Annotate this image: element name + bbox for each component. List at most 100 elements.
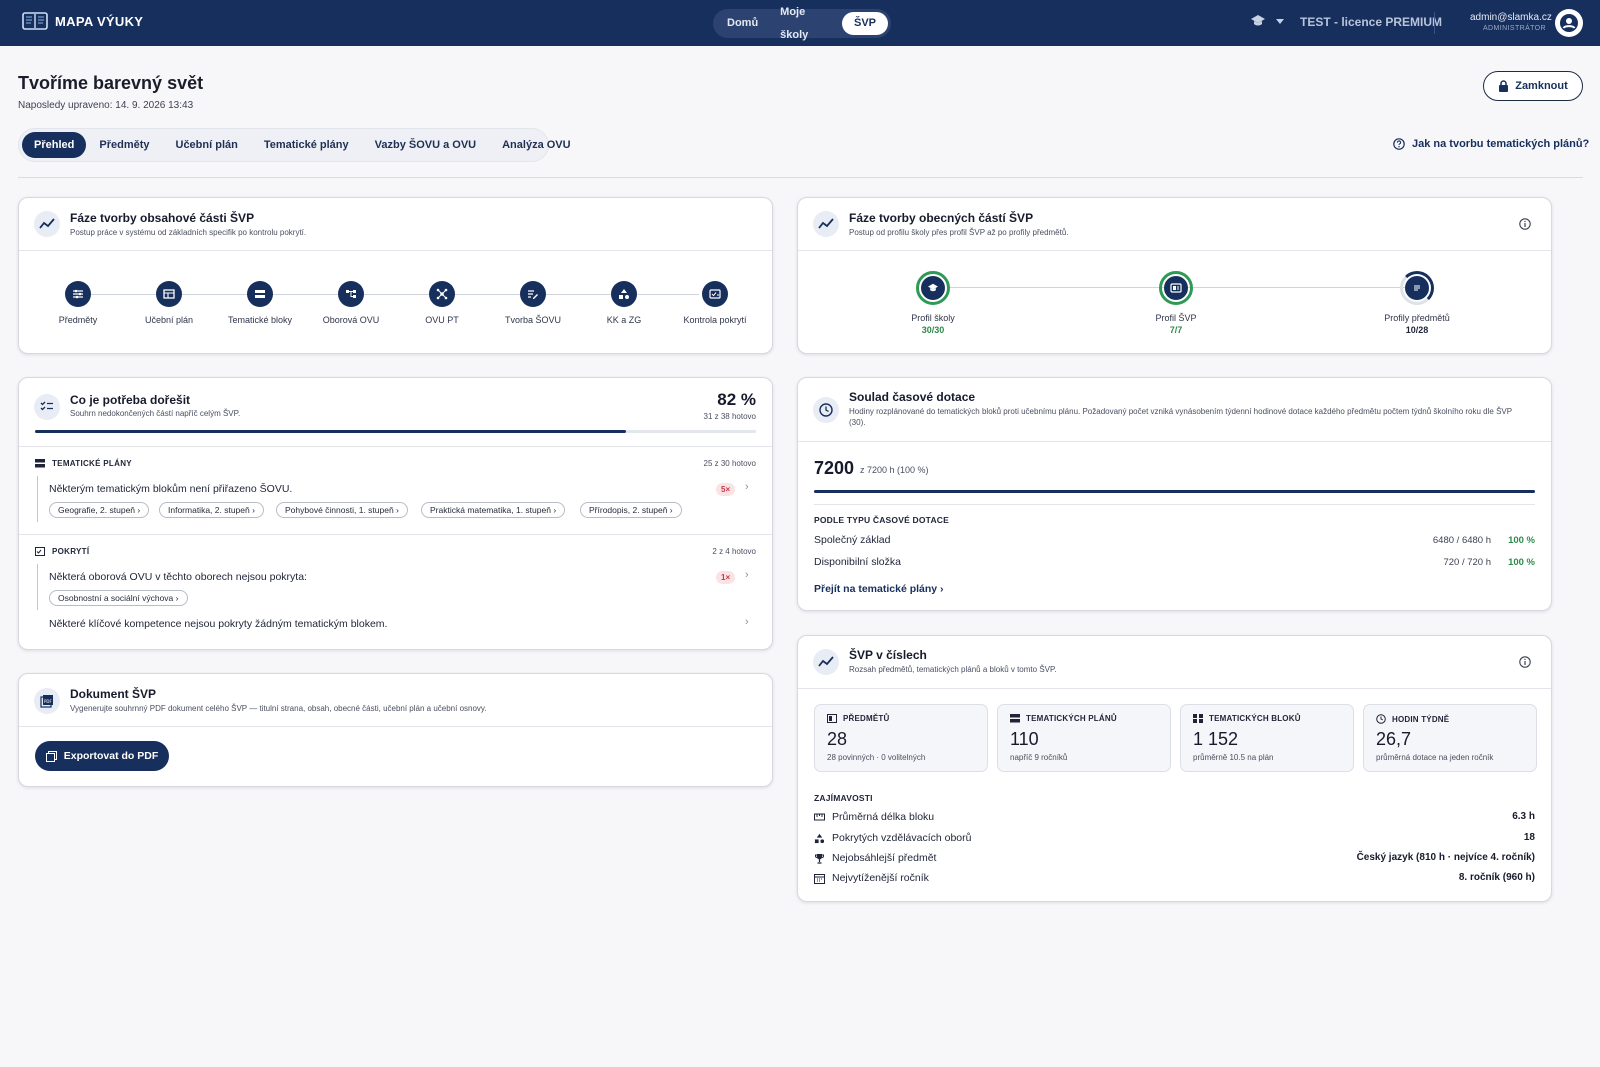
list-icon [247, 281, 273, 307]
help-link[interactable]: Jak na tvorbu tematických plánů? [1393, 138, 1589, 150]
tab-analysis[interactable]: Analýza OVU [489, 132, 583, 158]
user-email: admin@slamka.cz [1470, 12, 1552, 23]
checklist-icon [34, 394, 60, 420]
nav-svp[interactable]: ŠVP [841, 12, 888, 35]
chip-informatics[interactable]: Informatika, 2. stupeň › [159, 502, 264, 518]
chip-label: Pohybové činnosti, 1. stupeň [285, 505, 394, 515]
section-done: 2 z 4 hotovo [712, 547, 756, 556]
progress-ring [1159, 271, 1193, 305]
todo-done-count: 31 z 38 hotovo [703, 412, 756, 421]
row-percent: 100 % [1508, 535, 1535, 546]
chip-math[interactable]: Praktická matematika, 1. stupeň › [421, 502, 566, 518]
tab-overview[interactable]: Přehled [22, 132, 87, 158]
nav-my-schools[interactable]: Moje školy [769, 1, 842, 47]
pdf-icon: PDF [34, 688, 60, 714]
step-subjects[interactable]: Předměty [38, 281, 118, 325]
stat-value: 110 [1010, 729, 1039, 749]
tab-subjects[interactable]: Předměty [86, 132, 162, 158]
step-curriculum[interactable]: Učební plán [129, 281, 209, 325]
network-icon [429, 281, 455, 307]
thematic-plans-link[interactable]: Přejít na tematické plány › [814, 583, 944, 595]
stat-value: 26,7 [1376, 729, 1412, 749]
license-label[interactable]: TEST - licence PREMIUM [1300, 15, 1442, 29]
chip-movement[interactable]: Pohybové činnosti, 1. stupeň › [276, 502, 408, 518]
fact-value: 6.3 h [1512, 811, 1535, 822]
step-ovu-pt[interactable]: OVU PT [402, 281, 482, 325]
issue-count-badge: 1× [716, 571, 736, 584]
tab-links[interactable]: Vazby ŠOVU a OVU [362, 132, 489, 158]
profile-school[interactable]: Profil školy 30/30 [878, 271, 988, 335]
list-icon [35, 459, 45, 468]
lock-button[interactable]: Zamknout [1483, 71, 1583, 101]
chevron-right-icon[interactable]: › [745, 481, 749, 493]
step-label: Učební plán [144, 315, 194, 325]
time-card: Soulad časové dotace Hodiny rozplánované… [797, 377, 1552, 611]
chip-personal-social[interactable]: Osobnostní a sociální výchova › [49, 590, 188, 606]
graduation-cap-icon [921, 276, 945, 300]
chip-label: Geografie, 2. stupeň [58, 505, 136, 515]
stat-value: 28 [827, 729, 848, 749]
export-pdf-button[interactable]: Exportovat do PDF [35, 741, 169, 771]
section-header-coverage: POKRYTÍ [35, 547, 89, 556]
chip-geography[interactable]: Geografie, 2. stupeň › [49, 502, 150, 518]
checklist-icon [35, 547, 45, 556]
content-phases-card: Fáze tvorby obsahové části ŠVP Postup pr… [18, 197, 773, 354]
issue-text: Některým tematickým blokům není přiřazen… [49, 483, 293, 495]
fact-row: Nejobsáhlejší předmět Český jazyk (810 h… [814, 852, 1535, 866]
profile-svp[interactable]: Profil ŠVP 7/7 [1121, 271, 1231, 335]
card-subtitle: Rozsah předmětů, tematických plánů a blo… [849, 665, 1057, 674]
checklist-icon [702, 281, 728, 307]
row-label: Disponibilní složka [814, 556, 901, 568]
id-card-icon [1164, 276, 1188, 300]
info-icon[interactable] [1519, 218, 1531, 230]
clock-icon [1376, 714, 1386, 724]
step-thematic-blocks[interactable]: Tematické bloky [220, 281, 300, 325]
chevron-down-icon[interactable] [1276, 19, 1284, 24]
trophy-icon [815, 853, 824, 864]
todo-progress-bar [35, 430, 756, 433]
profile-label: Profil školy [911, 313, 955, 323]
info-icon[interactable] [1519, 656, 1531, 668]
fact-value: Český jazyk (810 h · nejvíce 4. ročník) [1356, 852, 1535, 863]
chip-label: Praktická matematika, 1. stupeň [430, 505, 551, 515]
todo-card: Co je potřeba dořešit Souhrn nedokončený… [18, 377, 773, 650]
card-header: Fáze tvorby obsahové části ŠVP Postup pr… [19, 198, 772, 251]
app-logo[interactable]: MAPA VÝUKY [22, 11, 143, 31]
chip-biology[interactable]: Přírodopis, 2. stupeň › [580, 502, 682, 518]
logo-text: MAPA VÝUKY [55, 13, 144, 29]
tab-thematic-plans[interactable]: Tematické plány [251, 132, 362, 158]
step-field-ovu[interactable]: Oborová OVU [311, 281, 391, 325]
document-card: PDF Dokument ŠVP Vygenerujte souhrnný PD… [18, 673, 773, 787]
avatar[interactable] [1555, 9, 1583, 37]
chevron-right-icon[interactable]: › [745, 569, 749, 581]
card-title: Fáze tvorby obecných částí ŠVP [849, 211, 1034, 225]
divider [1434, 12, 1435, 34]
card-header: PDF Dokument ŠVP Vygenerujte souhrnný PD… [19, 674, 772, 727]
stat-label: PŘEDMĚTŮ [843, 714, 890, 723]
time-total-sub: z 7200 h (100 %) [860, 465, 929, 475]
step-kk-zg[interactable]: KK a ZG [584, 281, 664, 325]
section-title: POKRYTÍ [52, 547, 90, 556]
step-label: KK a ZG [606, 315, 642, 325]
nav-home[interactable]: Domů [716, 12, 769, 35]
profile-subjects[interactable]: Profily předmětů 10/28 [1362, 271, 1472, 335]
trend-icon [813, 211, 839, 237]
card-title: Co je potřeba dořešit [70, 393, 191, 407]
card-title: Dokument ŠVP [70, 687, 157, 701]
graduation-cap-icon[interactable] [1250, 14, 1266, 28]
tab-curriculum[interactable]: Učební plán [163, 132, 251, 158]
chevron-right-icon[interactable]: › [745, 616, 749, 628]
time-total: 7200 [814, 458, 855, 478]
user-info[interactable]: admin@slamka.cz ADMINISTRÁTOR [1470, 12, 1552, 32]
pdf-icon [45, 750, 57, 762]
step-coverage-check[interactable]: Kontrola pokrytí [675, 281, 755, 325]
lock-label: Zamknout [1515, 80, 1568, 92]
step-sovu[interactable]: Tvorba ŠOVU [493, 281, 573, 325]
question-icon [1393, 138, 1405, 150]
section-title: TEMATICKÉ PLÁNY [52, 459, 132, 468]
issue-text: Některá oborová OVU v těchto oborech nej… [49, 571, 307, 583]
page-title: Tvoříme barevný svět [18, 73, 204, 93]
svg-text:PDF: PDF [44, 699, 52, 704]
shapes-icon [611, 281, 637, 307]
issue-marker [37, 476, 38, 522]
